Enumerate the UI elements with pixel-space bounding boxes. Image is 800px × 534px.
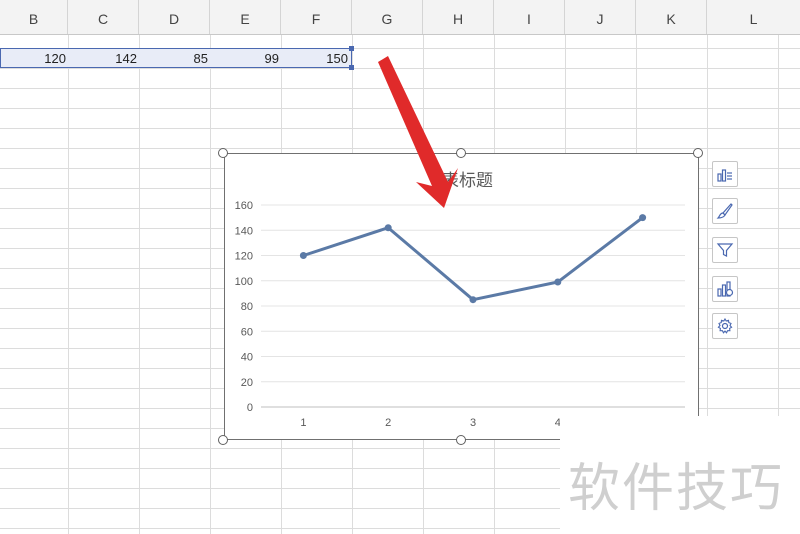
y-tick-label: 160	[235, 200, 253, 212]
column-header-b[interactable]: B	[0, 0, 68, 34]
column-header-i[interactable]: I	[494, 0, 565, 34]
grid-column-line	[139, 35, 140, 534]
x-tick-label: 3	[470, 417, 476, 429]
y-tick-label: 60	[241, 326, 253, 338]
chart-type-icon	[717, 281, 734, 297]
chart-settings-button[interactable]	[712, 313, 738, 339]
chart-style-brush-icon	[716, 203, 733, 219]
resize-handle-bottom[interactable]	[456, 435, 466, 445]
column-header-d[interactable]: D	[139, 0, 210, 34]
chart-elements-icon	[717, 169, 732, 182]
chart-type-button[interactable]	[712, 276, 738, 302]
data-point	[639, 214, 647, 222]
column-header-c[interactable]: C	[68, 0, 139, 34]
resize-handle-bottom-left[interactable]	[218, 435, 228, 445]
chart-title[interactable]: 表标题	[442, 166, 493, 191]
resize-handle-top-left[interactable]	[218, 148, 228, 158]
x-tick-label: 1	[300, 417, 306, 429]
selection-fill-handle[interactable]	[349, 46, 354, 51]
x-tick-label: 2	[385, 417, 391, 429]
selected-data-range[interactable]: 120 142 85 99 150	[0, 48, 352, 68]
grid-row-line	[0, 88, 800, 89]
column-header-g[interactable]: G	[352, 0, 423, 34]
column-header-k[interactable]: K	[636, 0, 707, 34]
y-tick-label: 20	[241, 377, 253, 389]
cell-e[interactable]: 99	[211, 49, 282, 67]
column-header-h[interactable]: H	[423, 0, 494, 34]
cell-f[interactable]: 150	[282, 49, 351, 67]
y-tick-label: 40	[241, 352, 253, 364]
chart-filter-icon	[716, 243, 734, 257]
column-header-e[interactable]: E	[210, 0, 281, 34]
resize-handle-top-right[interactable]	[693, 148, 703, 158]
data-point	[299, 252, 307, 259]
cell-d[interactable]: 85	[140, 49, 211, 67]
column-header-bar: B C D E F G H I J K L	[0, 0, 800, 35]
y-tick-label: 100	[235, 276, 253, 288]
column-header-f[interactable]: F	[281, 0, 352, 34]
grid-column-line	[210, 35, 211, 534]
data-point	[554, 278, 562, 286]
data-point	[384, 224, 392, 232]
grid-row-line	[0, 108, 800, 109]
column-header-l[interactable]: L	[707, 0, 800, 34]
grid-row-line	[0, 148, 800, 149]
data-point	[469, 296, 477, 304]
grid-column-line	[68, 35, 69, 534]
chart-settings-gear-icon	[717, 317, 733, 334]
cell-c[interactable]: 142	[69, 49, 140, 67]
y-tick-label: 120	[235, 251, 253, 263]
chart-filter-button[interactable]	[712, 237, 738, 263]
resize-handle-top[interactable]	[456, 148, 466, 158]
chart-elements-button[interactable]	[712, 161, 738, 187]
line-chart[interactable]: 0 20 40 60 80 100 120 140 160 1 2 3 4 表标题	[224, 153, 699, 440]
y-tick-label: 140	[235, 225, 253, 237]
y-tick-label: 0	[247, 402, 253, 414]
selection-corner-handle[interactable]	[349, 65, 354, 70]
y-tick-label: 80	[241, 301, 253, 313]
column-header-j[interactable]: J	[565, 0, 636, 34]
watermark-text: 软件技巧	[568, 459, 785, 519]
grid-row-line	[0, 68, 800, 69]
grid-row-line	[0, 128, 800, 129]
chart-plot-area: 0204060801001201401601 2 3 4	[235, 200, 685, 429]
cell-b[interactable]: 120	[1, 49, 69, 67]
chart-style-button[interactable]	[712, 198, 738, 224]
